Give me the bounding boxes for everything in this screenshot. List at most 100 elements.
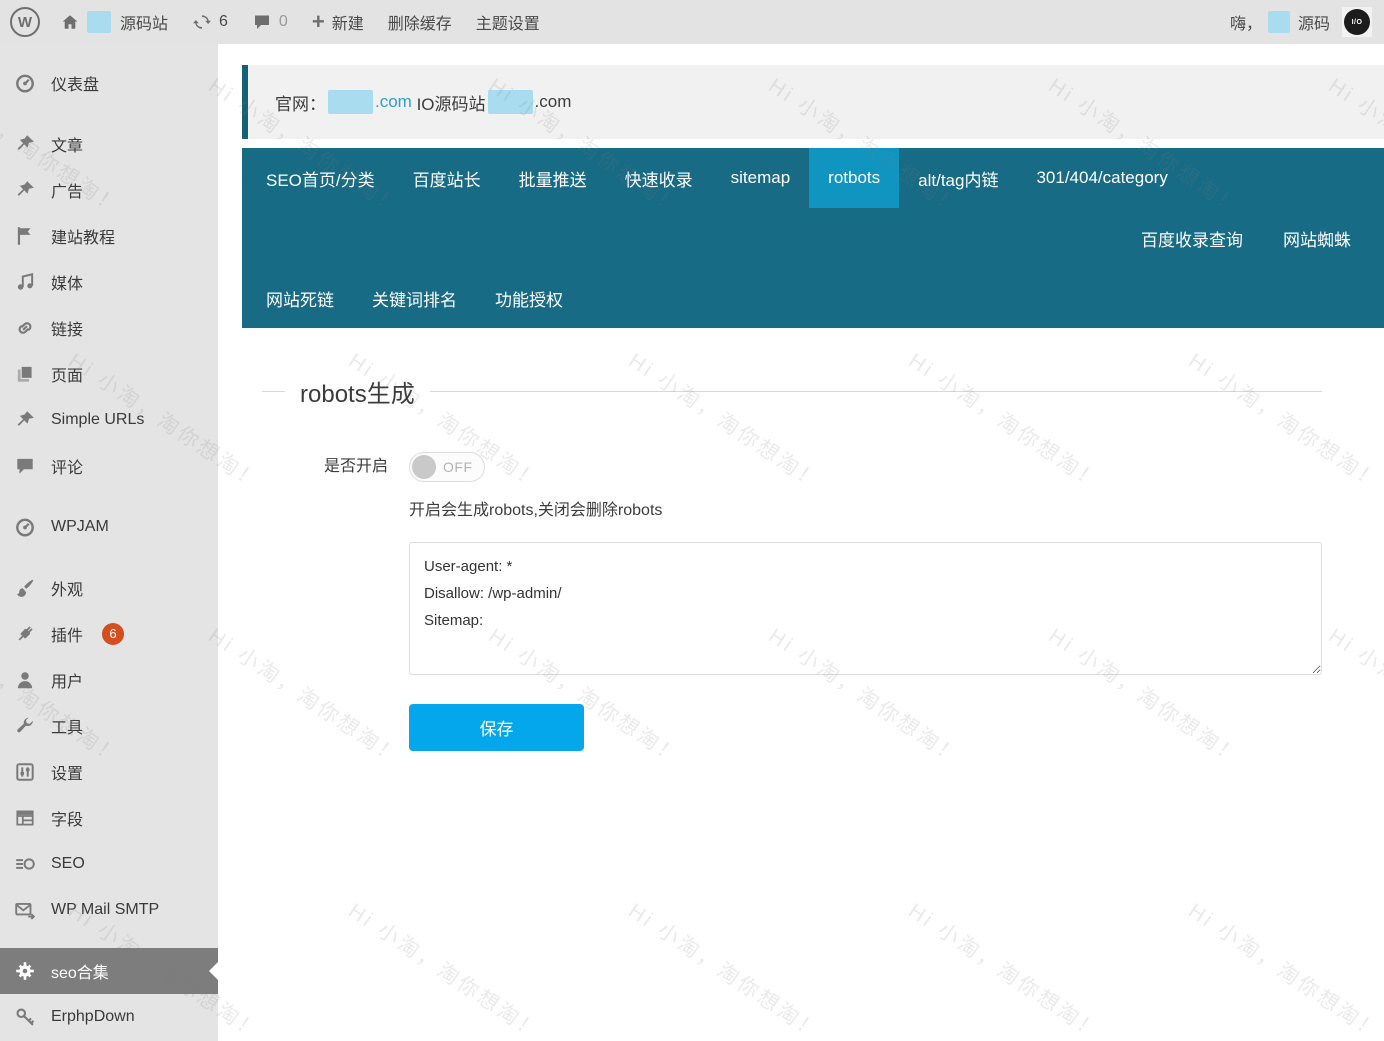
sidebar-item-ads[interactable]: 广告 xyxy=(0,167,218,213)
page-section-title: robots生成 xyxy=(300,374,415,409)
sidebar-item-tools[interactable]: 工具 xyxy=(0,703,218,749)
sidebar-item-label: 建站教程 xyxy=(51,224,115,248)
comment-icon xyxy=(14,455,36,477)
sidebar-item-media[interactable]: 媒体 xyxy=(0,259,218,305)
tab-fast-index[interactable]: 快速收录 xyxy=(606,148,712,208)
official-site-link[interactable]: .com xyxy=(375,92,412,112)
sidebar-item-label: 仪表盘 xyxy=(51,71,99,95)
link-chain-icon xyxy=(14,317,36,339)
sidebar-item-wpjam[interactable]: WPJAM xyxy=(0,504,218,550)
dashboard-gauge-icon xyxy=(14,72,36,94)
sidebar-item-links[interactable]: 链接 xyxy=(0,305,218,351)
redacted-domain-1 xyxy=(328,90,373,114)
tab-site-spider[interactable]: 网站蜘蛛 xyxy=(1263,208,1371,268)
table-grid-icon xyxy=(14,807,36,829)
tab-keyword-ranking[interactable]: 关键词排名 xyxy=(353,268,476,328)
notice-suffix-text: .com xyxy=(535,92,572,112)
tab-baidu-webmaster[interactable]: 百度站长 xyxy=(394,148,500,208)
admin-sidebar: 仪表盘 文章 广告 建站教程 媒体 链接 页面 xyxy=(0,44,218,1041)
redacted-site-prefix xyxy=(87,11,111,33)
sidebar-item-simple-urls[interactable]: Simple URLs xyxy=(0,397,218,443)
sidebar-item-label: 外观 xyxy=(51,576,83,600)
sidebar-item-settings[interactable]: 设置 xyxy=(0,749,218,795)
notice-middle-text: IO源码站 xyxy=(412,90,486,115)
admin-bar: W 源码站 6 0 + 新建 xyxy=(0,0,1384,44)
content-area: 官网： .com IO源码站 .com SEO首页/分类 百度站长 批量推送 快… xyxy=(218,44,1384,1041)
admin-bar-comments[interactable]: 0 xyxy=(252,12,288,32)
updates-icon xyxy=(192,12,212,32)
robots-fields: OFF 开启会生成robots,关闭会删除robots User-agent: … xyxy=(409,452,1322,751)
admin-bar-site-link[interactable]: 源码站 xyxy=(60,10,168,34)
sidebar-item-label: 插件 xyxy=(51,622,83,646)
home-icon xyxy=(60,12,80,32)
site-notice: 官网： .com IO源码站 .com xyxy=(242,65,1384,139)
sidebar-item-appearance[interactable]: 外观 xyxy=(0,565,218,611)
sidebar-item-label: SEO xyxy=(51,855,85,873)
robots-textarea[interactable]: User-agent: * Disallow: /wp-admin/ Sitem… xyxy=(409,542,1322,675)
new-content-button[interactable]: + 新建 xyxy=(312,10,364,34)
gear-icon xyxy=(14,960,36,982)
new-content-label: 新建 xyxy=(332,10,364,34)
greeting-name: 源码 xyxy=(1298,10,1330,34)
clear-cache-button[interactable]: 删除缓存 xyxy=(388,10,452,34)
sidebar-item-label: WPJAM xyxy=(51,518,109,536)
greeting-prefix: 嗨， xyxy=(1230,10,1262,34)
pushpin-icon xyxy=(14,179,36,201)
sidebar-item-posts[interactable]: 文章 xyxy=(0,121,218,167)
admin-bar-left: W 源码站 6 0 + 新建 xyxy=(10,7,1230,37)
toggle-state-label: OFF xyxy=(443,459,473,475)
tab-dead-links[interactable]: 网站死链 xyxy=(247,268,353,328)
tab-batch-push[interactable]: 批量推送 xyxy=(500,148,606,208)
plugins-update-badge: 6 xyxy=(102,623,124,645)
redacted-user-prefix xyxy=(1268,11,1290,33)
sidebar-item-users[interactable]: 用户 xyxy=(0,657,218,703)
plugin-icon xyxy=(14,623,36,645)
sidebar-item-plugins[interactable]: 插件 6 xyxy=(0,611,218,657)
sidebar-item-label: 用户 xyxy=(51,668,83,692)
sidebar-item-erphpdown[interactable]: ErphpDown xyxy=(0,994,218,1040)
tab-sitemap[interactable]: sitemap xyxy=(712,148,810,208)
toggle-knob xyxy=(412,455,436,479)
sidebar-item-wp-mail-smtp[interactable]: WP Mail SMTP xyxy=(0,887,218,933)
notice-label: 官网： xyxy=(275,90,326,115)
account-menu[interactable]: 嗨， 源码 I/O xyxy=(1230,7,1372,37)
tab-row-3: 网站死链 关键词排名 功能授权 xyxy=(242,268,1384,328)
plugin-tab-bar: SEO首页/分类 百度站长 批量推送 快速收录 sitemap rotbots … xyxy=(242,148,1384,328)
section-heading: robots生成 xyxy=(262,374,1322,409)
tab-alt-tag-links[interactable]: alt/tag内链 xyxy=(899,148,1017,208)
sidebar-item-dashboard[interactable]: 仪表盘 xyxy=(0,60,218,106)
robots-toggle[interactable]: OFF xyxy=(409,452,485,482)
admin-bar-updates[interactable]: 6 xyxy=(192,12,228,32)
tab-seo-home[interactable]: SEO首页/分类 xyxy=(247,148,394,208)
theme-settings-button[interactable]: 主题设置 xyxy=(476,10,540,34)
seo-speed-icon xyxy=(14,853,36,875)
dashboard-gauge-icon xyxy=(14,516,36,538)
admin-bar-site-name: 源码站 xyxy=(120,10,168,34)
sidebar-item-pages[interactable]: 页面 xyxy=(0,351,218,397)
sidebar-item-label: 页面 xyxy=(51,362,83,386)
pushpin-icon xyxy=(14,133,36,155)
tab-robots[interactable]: rotbots xyxy=(809,148,899,208)
tab-feature-license[interactable]: 功能授权 xyxy=(476,268,582,328)
wordpress-logo-icon[interactable]: W xyxy=(10,7,40,37)
sidebar-item-seo-heji[interactable]: seo合集 xyxy=(0,948,218,994)
wrench-icon xyxy=(14,715,36,737)
sidebar-item-label: seo合集 xyxy=(51,959,109,983)
robots-form: 是否开启 OFF 开启会生成robots,关闭会删除robots User-ag… xyxy=(262,452,1322,751)
updates-count: 6 xyxy=(219,13,228,31)
theme-settings-label: 主题设置 xyxy=(476,10,540,34)
robots-panel: robots生成 是否开启 OFF 开启会生成robots,关闭会删除robot… xyxy=(218,374,1384,751)
sidebar-item-comments[interactable]: 评论 xyxy=(0,443,218,489)
tab-baidu-index-query[interactable]: 百度收录查询 xyxy=(1121,208,1263,268)
sidebar-item-seo[interactable]: SEO xyxy=(0,841,218,887)
tab-row-2: 百度收录查询 网站蜘蛛 xyxy=(242,208,1384,268)
sidebar-item-label: 链接 xyxy=(51,316,83,340)
sidebar-item-label: 媒体 xyxy=(51,270,83,294)
tab-301-404-category[interactable]: 301/404/category xyxy=(1017,148,1186,208)
sidebar-item-label: ErphpDown xyxy=(51,1008,135,1026)
sidebar-item-fields[interactable]: 字段 xyxy=(0,795,218,841)
save-button[interactable]: 保存 xyxy=(409,704,584,751)
sidebar-item-tutorials[interactable]: 建站教程 xyxy=(0,213,218,259)
pages-icon xyxy=(14,363,36,385)
paintbrush-icon xyxy=(14,577,36,599)
